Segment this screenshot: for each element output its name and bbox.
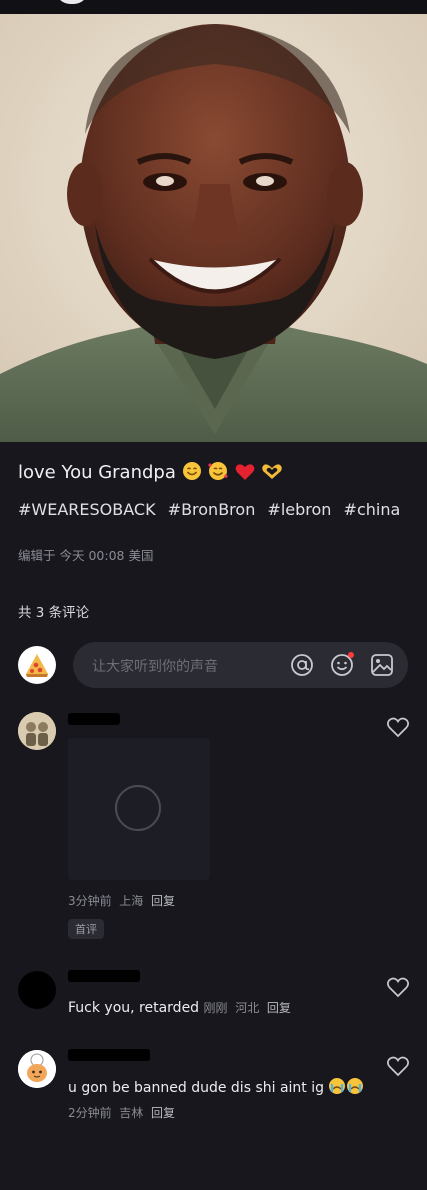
top-bar [0, 0, 427, 14]
like-heart-icon[interactable] [386, 976, 410, 998]
comment-time: 3分钟前 [68, 894, 112, 908]
edited-label: 编辑于 [18, 548, 56, 563]
commenter-name-redacted [68, 713, 120, 725]
smiling-face-icon [182, 462, 201, 480]
comment-input-placeholder: 让大家听到你的声音 [92, 659, 218, 675]
comment-location: 河北 [235, 1001, 260, 1015]
comment-input[interactable]: 让大家听到你的声音 [73, 642, 408, 688]
smiling-face-with-hearts-icon [208, 462, 229, 480]
reply-button[interactable]: 回复 [151, 894, 175, 908]
like-heart-icon[interactable] [386, 1055, 410, 1077]
my-avatar[interactable] [18, 646, 56, 684]
hashtag-link[interactable]: #china [344, 500, 401, 519]
like-heart-icon[interactable] [386, 716, 410, 738]
comment-text: Fuck you, retarded 刚刚 河北 回复 [68, 999, 291, 1016]
image-icon[interactable] [369, 652, 395, 678]
commenter-avatar[interactable] [18, 971, 56, 1009]
commenter-name-redacted [68, 1049, 150, 1061]
comment-meta: 2分钟前 吉林 回复 [68, 1104, 175, 1121]
top-avatar-fragment [56, 0, 88, 4]
comment-meta: 3分钟前 上海 回复 [68, 892, 175, 909]
comment-time: 刚刚 [203, 1001, 228, 1015]
post-image[interactable] [0, 14, 427, 442]
commenter-avatar[interactable] [18, 712, 56, 750]
heart-hands-icon [262, 464, 282, 479]
portrait-illustration [0, 14, 427, 442]
crying-face-icon [347, 1078, 364, 1094]
edited-time: 今天 00:08 [59, 548, 125, 563]
post-edited-info: 编辑于 今天 00:08 美国 [18, 545, 154, 564]
post-caption: love You Grandpa [18, 461, 283, 483]
comment-location: 上海 [119, 894, 144, 908]
edited-location: 美国 [128, 548, 154, 563]
avatar-icon [18, 712, 56, 750]
hashtag-link[interactable]: #BronBron [168, 500, 256, 519]
reply-button[interactable]: 回复 [151, 1106, 175, 1120]
comment-time: 2分钟前 [68, 1106, 112, 1120]
comment-meta: 刚刚 河北 回复 [204, 1001, 291, 1015]
red-heart-icon [235, 464, 255, 480]
comment-location: 吉林 [119, 1106, 144, 1120]
hashtag-link[interactable]: #WEARESOBACK [18, 500, 156, 519]
emoji-icon[interactable] [329, 652, 355, 678]
chef-cat-avatar-icon [18, 1050, 56, 1088]
comment-body: Fuck you, retarded [68, 1000, 200, 1016]
commenter-name-redacted [68, 970, 140, 982]
at-icon[interactable] [289, 652, 315, 678]
hashtag-link[interactable]: #lebron [267, 500, 331, 519]
caption-text: love You Grandpa [18, 462, 176, 483]
comment-image-placeholder[interactable] [68, 738, 210, 880]
crying-face-icon [329, 1078, 346, 1094]
comment-text: u gon be banned dude dis shi aint ig [68, 1077, 364, 1096]
comment-count: 共 3 条评论 [18, 605, 90, 621]
loading-spinner-icon [115, 785, 161, 831]
first-comment-badge: 首评 [68, 919, 104, 939]
reply-button[interactable]: 回复 [267, 1001, 291, 1015]
commenter-avatar[interactable] [18, 1050, 56, 1088]
comment-body: u gon be banned dude dis shi aint ig [68, 1080, 325, 1096]
pizza-icon [26, 654, 48, 677]
hashtag-list: #WEARESOBACK #BronBron #lebron #china [18, 500, 407, 519]
